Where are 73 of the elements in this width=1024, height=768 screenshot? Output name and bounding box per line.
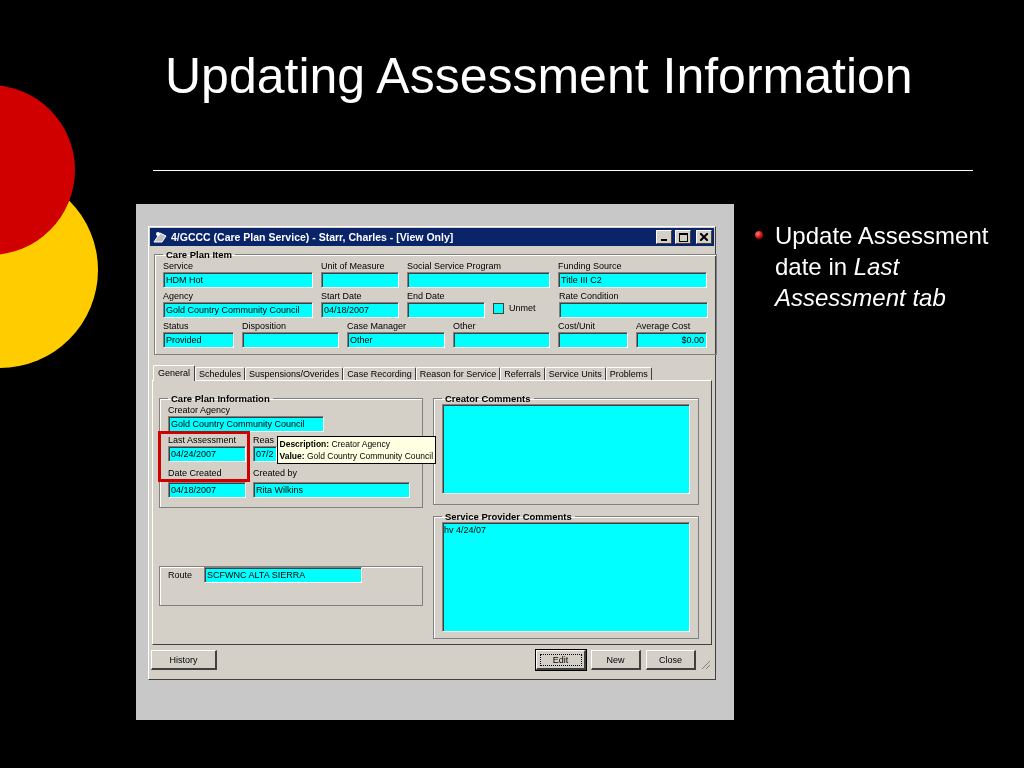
text-field[interactable] xyxy=(242,332,339,348)
field-label: Other xyxy=(453,320,477,332)
group-title: Service Provider Comments xyxy=(444,511,573,522)
tooltip-text: Description: Creator Agency xyxy=(279,438,392,450)
app-icon xyxy=(152,230,168,244)
field-label: Funding Source xyxy=(558,260,623,272)
text-field[interactable]: $0.00 xyxy=(636,332,707,348)
field-label: Created by xyxy=(253,467,299,480)
tab[interactable]: Referrals xyxy=(500,367,545,380)
tab[interactable]: Problems xyxy=(605,367,652,380)
text-field[interactable]: 07/2 xyxy=(253,446,277,462)
tab[interactable]: Suspensions/Overides xyxy=(245,367,344,380)
minimize-button[interactable] xyxy=(656,230,672,244)
bullet-icon xyxy=(755,231,763,239)
field-label: Social Service Program xyxy=(407,260,503,272)
field-label: Agency xyxy=(163,290,195,302)
dialog-button[interactable]: History xyxy=(151,650,217,670)
close-button[interactable] xyxy=(696,230,712,244)
field-label: Disposition xyxy=(242,320,288,332)
maximize-icon xyxy=(678,232,688,242)
dialog-button[interactable]: New xyxy=(591,650,641,670)
text-field[interactable]: Title III C2 xyxy=(558,272,707,288)
text-field[interactable] xyxy=(558,332,628,348)
resize-grip-icon xyxy=(701,660,711,670)
tab[interactable]: Service Units xyxy=(544,367,606,380)
text-field[interactable]: Rita Wilkins xyxy=(253,482,410,498)
text-field[interactable] xyxy=(559,302,708,318)
field-label: Average Cost xyxy=(636,320,692,332)
text-field[interactable] xyxy=(453,332,550,348)
field-label: Reas xyxy=(253,434,275,446)
field-label: Cost/Unit xyxy=(558,320,596,332)
field-label: Start Date xyxy=(321,290,363,302)
tab[interactable]: General xyxy=(153,365,196,381)
comments-area[interactable] xyxy=(442,404,690,494)
maximize-button[interactable] xyxy=(675,230,691,244)
group-title: Care Plan Information xyxy=(170,393,271,404)
field-label: End Date xyxy=(407,290,446,302)
dialog-button[interactable]: Edit xyxy=(536,650,586,670)
text-field[interactable]: HDM Hot xyxy=(163,272,313,288)
field-label: Unit of Measure xyxy=(321,260,386,272)
field-label: Service xyxy=(163,260,194,272)
group-title: Creator Comments xyxy=(444,393,532,404)
tab[interactable]: Reason for Service xyxy=(415,367,501,380)
field-label: Date Created xyxy=(168,467,223,480)
field-label: Last Assessment xyxy=(168,434,238,446)
group-title: Care Plan Item xyxy=(165,249,233,260)
text-field[interactable] xyxy=(407,302,485,318)
text-field[interactable]: 04/18/2007 xyxy=(321,302,399,318)
text-field[interactable]: 04/18/2007 xyxy=(168,482,246,498)
text-field[interactable]: Other xyxy=(347,332,445,348)
comments-area[interactable]: hv 4/24/07 xyxy=(442,522,690,632)
text-field[interactable]: 04/24/2007 xyxy=(168,446,246,462)
bullet-text: Update Assessment date in Last Assessment tab xyxy=(775,221,990,313)
field-label: Status xyxy=(163,320,190,332)
slide-title: Updating Assessment Information xyxy=(164,47,914,106)
text-field[interactable] xyxy=(407,272,550,288)
checkbox-label: Unmet xyxy=(509,302,536,314)
close-icon xyxy=(700,233,708,241)
text-field[interactable]: SCFWNC ALTA SIERRA xyxy=(204,567,363,583)
checkbox[interactable] xyxy=(493,302,504,314)
tab[interactable]: Schedules xyxy=(195,367,246,380)
field-label: Route xyxy=(168,569,193,581)
text-field[interactable]: Gold Country Community Council xyxy=(163,302,313,318)
window-title: 4/GCCC (Care Plan Service) - Starr, Charles - [View Only] xyxy=(171,231,455,243)
field-label: Rate Condition xyxy=(559,290,620,302)
text-field[interactable]: Gold Country Community Council xyxy=(168,416,324,432)
field-label: Case Manager xyxy=(347,320,408,332)
text-field[interactable]: Provided xyxy=(163,332,234,348)
field-label: Creator Agency xyxy=(168,404,232,416)
tab[interactable]: Case Recording xyxy=(343,367,416,380)
tooltip-text: Value: Gold Country Community Council xyxy=(279,450,434,462)
text-field[interactable] xyxy=(321,272,399,288)
dialog-button[interactable]: Close xyxy=(646,650,696,670)
